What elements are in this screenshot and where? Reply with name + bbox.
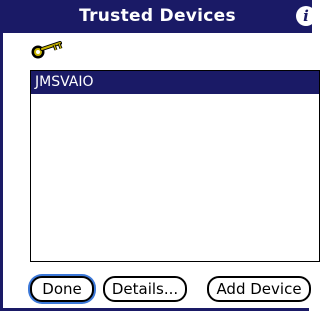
- trusted-device-list[interactable]: JMSVAIO: [30, 70, 320, 262]
- list-item[interactable]: JMSVAIO: [31, 71, 319, 94]
- add-device-button[interactable]: Add Device: [207, 276, 311, 302]
- details-button[interactable]: Details...: [103, 276, 187, 302]
- key-icon: [31, 41, 63, 59]
- dialog-title: Trusted Devices: [79, 6, 236, 26]
- trusted-devices-dialog: Trusted Devices i JMSVAIO Done Details..…: [0, 0, 320, 311]
- device-name: JMSVAIO: [35, 74, 94, 90]
- done-button[interactable]: Done: [30, 276, 94, 302]
- info-icon[interactable]: i: [296, 6, 316, 26]
- title-bar: Trusted Devices i: [3, 0, 316, 33]
